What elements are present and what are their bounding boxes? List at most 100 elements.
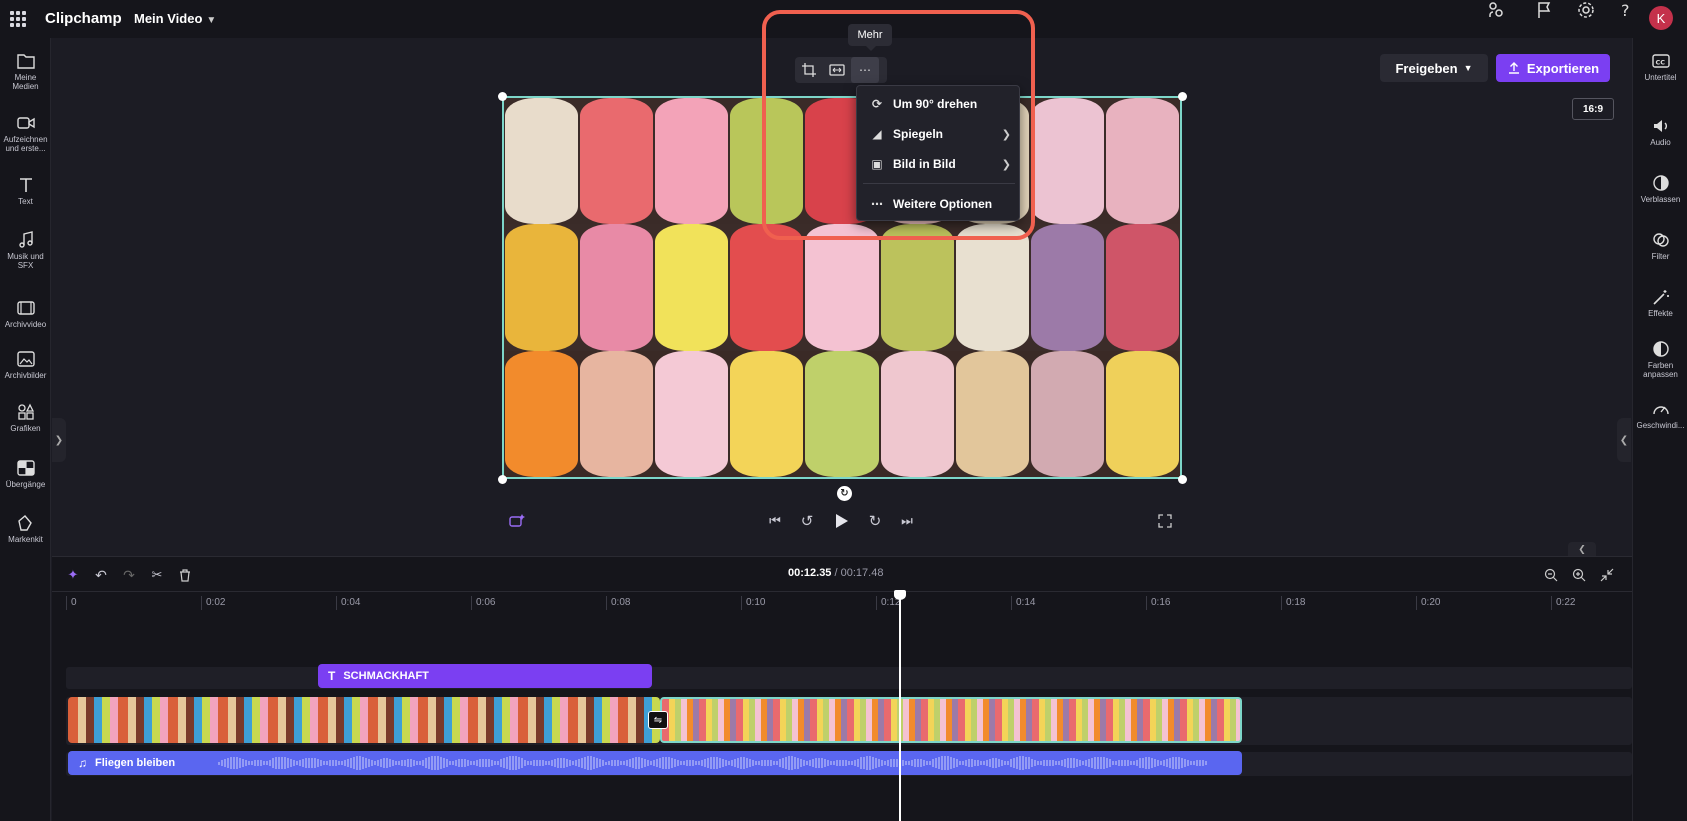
waveform-bar: [860, 757, 862, 769]
waveform-bar: [668, 757, 670, 769]
waveform-bar: [782, 758, 784, 768]
share-button[interactable]: Freigeben ▼: [1380, 54, 1488, 82]
aspect-ratio-button[interactable]: 16:9: [1572, 98, 1614, 120]
waveform-bar: [230, 757, 232, 769]
waveform-bar: [1004, 761, 1006, 765]
right-panel-expand-button[interactable]: ❮: [1617, 418, 1631, 462]
timeline-ruler[interactable]: 0 0:02 0:04 0:06 0:08 0:10 0:12 0:14 0:1…: [52, 591, 1632, 613]
waveform-bar: [905, 761, 907, 765]
sidebar-item-my-media[interactable]: Meine Medien: [0, 52, 51, 91]
app-launcher-icon[interactable]: [10, 11, 26, 27]
fit-timeline-button[interactable]: [1598, 566, 1616, 584]
waveform-bar: [908, 760, 910, 766]
waveform-bar: [335, 759, 337, 767]
video-clip-donuts[interactable]: [68, 697, 660, 743]
chevron-down-icon: ❮: [1578, 543, 1586, 554]
resize-handle-top-right[interactable]: [1178, 92, 1187, 101]
sidebar-item-stock-images[interactable]: Archivbilder: [0, 350, 51, 380]
waveform-bar: [275, 757, 277, 769]
waveform-bar: [272, 758, 274, 768]
waveform-bar: [956, 759, 958, 767]
help-icon[interactable]: ?: [1616, 0, 1636, 20]
waveform-bar: [320, 760, 322, 766]
rewind-5s-button[interactable]: ↺: [797, 511, 817, 531]
zoom-out-button[interactable]: [1542, 566, 1560, 584]
timeline-panel: ✦ ↶ ↷ ✂ 00:12.35 / 00:17.48 0 0:02 0:04 …: [52, 556, 1632, 821]
zoom-in-button[interactable]: [1570, 566, 1588, 584]
collapse-preview-button[interactable]: ❮: [1568, 542, 1596, 556]
sidebar-item-effects[interactable]: Effekte: [1633, 288, 1687, 318]
forward-5s-button[interactable]: ↻: [865, 511, 885, 531]
sidebar-item-label: Musik und SFX: [7, 252, 44, 270]
flag-icon[interactable]: [1534, 0, 1554, 20]
sidebar-item-brand-kit[interactable]: Markenkit: [0, 514, 51, 544]
text-clip-label: SCHMACKHAFT: [343, 670, 429, 682]
sidebar-item-captions[interactable]: CC Untertitel: [1633, 52, 1687, 82]
waveform-bar: [242, 759, 244, 767]
project-name-menu[interactable]: Mein Video ▼: [134, 11, 216, 26]
sidebar-item-adjust-colors[interactable]: Farben anpassen: [1633, 340, 1687, 379]
rotate-handle-icon[interactable]: ↻: [837, 486, 852, 501]
sidebar-item-label: Untertitel: [1644, 73, 1677, 82]
playhead[interactable]: [899, 592, 901, 821]
waveform-bar: [497, 760, 499, 766]
ai-sparkle-button[interactable]: [507, 511, 527, 531]
avatar[interactable]: K: [1649, 6, 1673, 30]
play-button[interactable]: [831, 511, 851, 531]
split-button[interactable]: ✂: [148, 566, 166, 584]
waveform-bar: [656, 758, 658, 768]
share-button-label: Freigeben: [1395, 60, 1458, 76]
resize-handle-bottom-left[interactable]: [498, 475, 507, 484]
skip-to-start-button[interactable]: ⏮: [765, 511, 785, 531]
chevron-down-icon: ▼: [1463, 63, 1473, 73]
sidebar-item-music[interactable]: Musik und SFX: [0, 231, 51, 270]
sidebar-item-transitions[interactable]: Übergänge: [0, 459, 51, 489]
waveform-bar: [482, 758, 484, 768]
waveform-bar: [836, 760, 838, 766]
collaborate-icon[interactable]: [1486, 0, 1506, 20]
gear-icon[interactable]: [1576, 0, 1596, 20]
waveform-bar: [623, 761, 625, 765]
sidebar-item-fade[interactable]: Verblassen: [1633, 174, 1687, 204]
fullscreen-button[interactable]: [1155, 511, 1175, 531]
resize-handle-bottom-right[interactable]: [1178, 475, 1187, 484]
skip-to-end-button[interactable]: ⏭: [897, 511, 917, 531]
left-panel-expand-button[interactable]: ❯: [52, 418, 66, 462]
waveform-bar: [359, 756, 361, 770]
sparkle-icon: ✦: [67, 567, 79, 582]
sidebar-item-record[interactable]: Aufzeichnen und erste...: [0, 114, 51, 153]
sidebar-item-label: Markenkit: [8, 535, 43, 544]
waveform-bar: [1112, 760, 1114, 766]
transition-icon[interactable]: ⇋: [648, 711, 668, 729]
video-clip-macarons[interactable]: [660, 697, 1242, 743]
sidebar-item-filter[interactable]: Filter: [1633, 231, 1687, 261]
sidebar-item-audio[interactable]: Audio: [1633, 117, 1687, 147]
sidebar-item-stock-video[interactable]: Archivvideo: [0, 299, 51, 329]
audio-clip[interactable]: ♫ Fliegen bleiben: [68, 751, 1242, 775]
waveform-bar: [446, 759, 448, 767]
redo-button[interactable]: ↷: [120, 566, 138, 584]
waveform-bar: [881, 760, 883, 766]
export-button[interactable]: Exportieren: [1496, 54, 1610, 82]
ruler-tick: 0:04: [336, 596, 360, 610]
app-logo: Clipchamp: [45, 10, 122, 27]
waveform-bar: [1118, 760, 1120, 766]
ruler-tick: 0:08: [606, 596, 630, 610]
resize-handle-top-left[interactable]: [498, 92, 507, 101]
sidebar-item-text[interactable]: Text: [0, 176, 51, 206]
waveform-bar: [1154, 758, 1156, 768]
waveform-bar: [1106, 758, 1108, 768]
waveform-bar: [593, 756, 595, 770]
playhead-handle[interactable]: [894, 590, 906, 600]
sidebar-item-speed[interactable]: Geschwindi...: [1633, 400, 1687, 430]
waveform-bar: [1055, 761, 1057, 765]
text-clip[interactable]: T SCHMACKHAFT: [318, 664, 652, 688]
waveform-bar: [284, 756, 286, 770]
sidebar-item-graphics[interactable]: Grafiken: [0, 403, 51, 433]
waveform-bar: [278, 756, 280, 770]
contrast-icon: [1652, 341, 1669, 357]
ai-suggestions-button[interactable]: ✦: [64, 566, 82, 584]
waveform-bar: [1010, 759, 1012, 767]
undo-button[interactable]: ↶: [92, 566, 110, 584]
delete-button[interactable]: [176, 566, 194, 584]
